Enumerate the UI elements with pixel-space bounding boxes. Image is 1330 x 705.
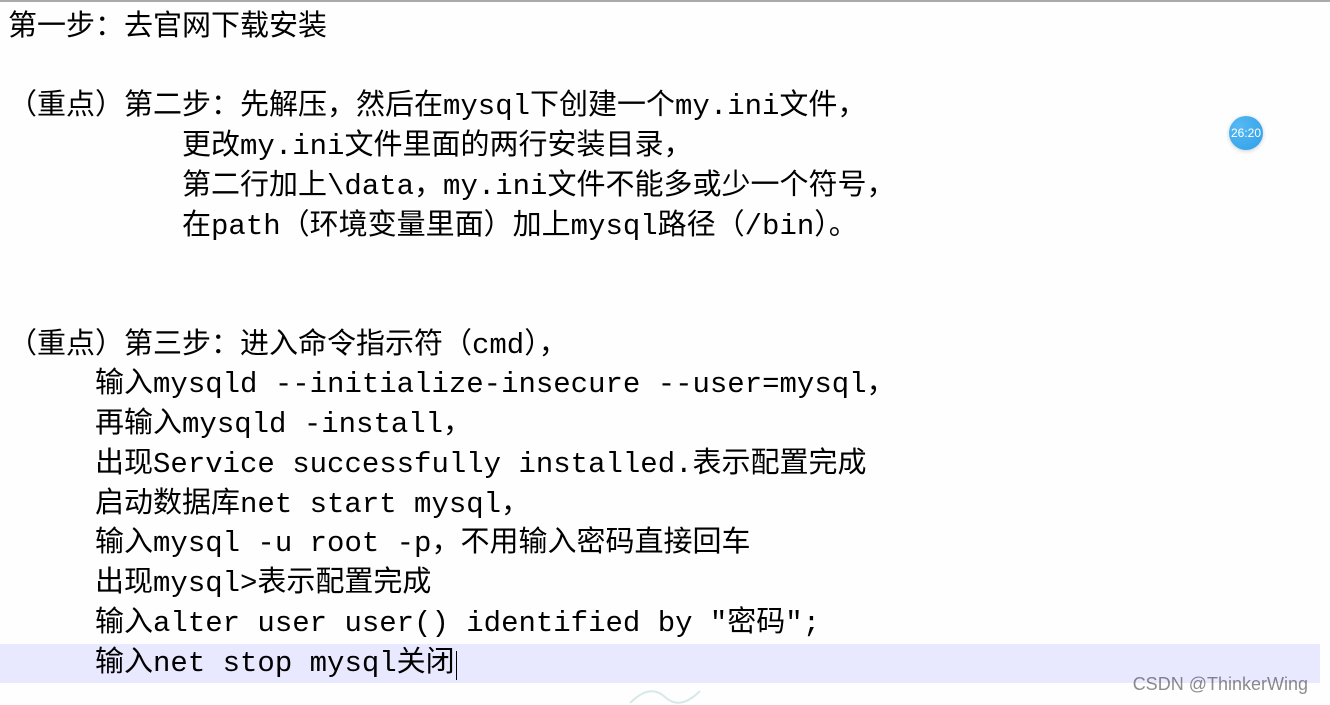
watermark-text: CSDN @ThinkerWing — [1133, 674, 1308, 695]
step3-line2: 输入mysqld --initialize-insecure --user=my… — [8, 365, 1322, 405]
current-line-highlight: 输入net stop mysql关闭 — [0, 644, 1320, 684]
decorative-flourish-icon — [625, 685, 705, 705]
step2-line4: 在path（环境变量里面）加上mysql路径（/bin）。 — [8, 207, 1322, 247]
timestamp-badge: 26:20 — [1229, 116, 1263, 150]
step2-line1: （重点）第二步：先解压，然后在mysql下创建一个my.ini文件， — [8, 87, 1322, 127]
step3-line9: 输入net stop mysql关闭 — [8, 647, 455, 680]
step3-line3: 再输入mysqld -install， — [8, 405, 1322, 445]
step3-line1: （重点）第三步：进入命令指示符（cmd）， — [8, 326, 1322, 366]
step1-line: 第一步：去官网下载安装 — [8, 8, 1322, 48]
step3-line4: 出现Service successfully installed.表示配置完成 — [8, 445, 1322, 485]
step3-line5: 启动数据库net start mysql， — [8, 485, 1322, 525]
step2-line3: 第二行加上\data，my.ini文件不能多或少一个符号， — [8, 167, 1322, 207]
step3-line8: 输入alter user user() identified by "密码"; — [8, 604, 1322, 644]
text-cursor — [456, 651, 457, 680]
step2-line2: 更改my.ini文件里面的两行安装目录， — [8, 127, 1322, 167]
step3-line7: 出现mysql>表示配置完成 — [8, 564, 1322, 604]
step3-line6: 输入mysql -u root -p，不用输入密码直接回车 — [8, 524, 1322, 564]
document-page: 第一步：去官网下载安装 （重点）第二步：先解压，然后在mysql下创建一个my.… — [0, 0, 1330, 683]
